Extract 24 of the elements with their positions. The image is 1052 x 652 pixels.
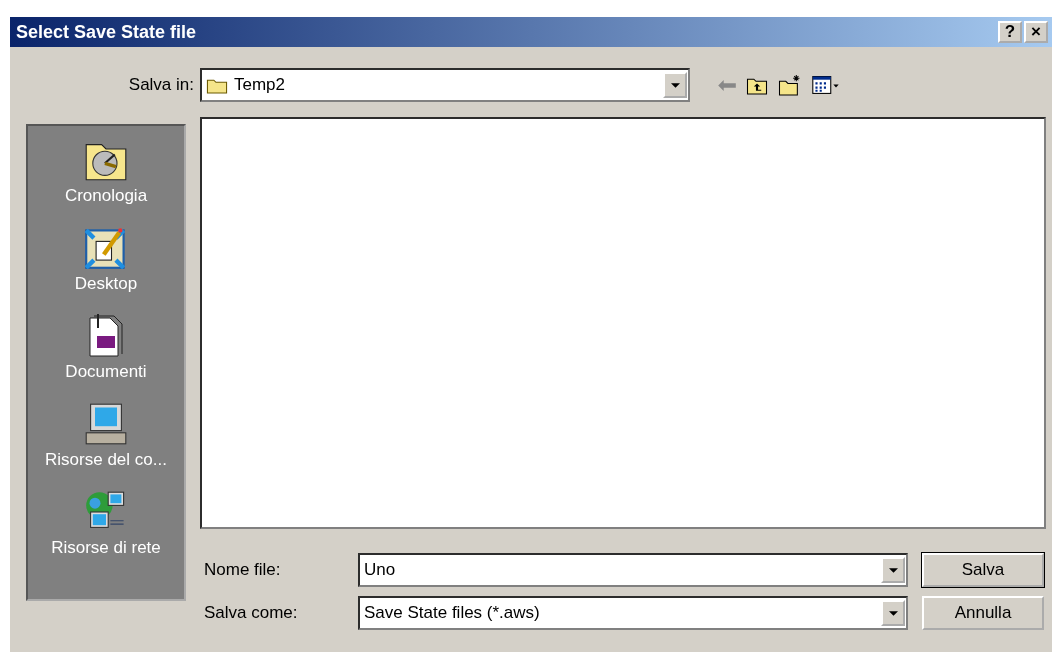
save-as-type-label: Salva come: bbox=[203, 603, 299, 623]
places-item[interactable]: Documenti bbox=[65, 314, 147, 382]
file-type-value: Save State files (*.aws) bbox=[364, 603, 541, 623]
file-name-field[interactable]: Uno bbox=[358, 553, 908, 587]
file-name-label: Nome file: bbox=[203, 560, 282, 580]
file-name-value: Uno bbox=[364, 560, 397, 580]
places-item[interactable]: Cronologia bbox=[64, 138, 148, 206]
new-folder-icon[interactable] bbox=[778, 74, 802, 96]
save-in-dropdown[interactable]: Temp2 bbox=[200, 68, 690, 102]
document-icon bbox=[86, 314, 126, 358]
window-title: Select Save State file bbox=[16, 21, 197, 43]
places-item[interactable]: Risorse di rete bbox=[51, 490, 161, 558]
computer-icon bbox=[84, 402, 128, 446]
file-type-dropdown[interactable]: Save State files (*.aws) bbox=[358, 596, 908, 630]
cancel-button[interactable]: Annulla bbox=[922, 596, 1044, 630]
save-button[interactable]: Salva bbox=[922, 553, 1044, 587]
close-button[interactable]: × bbox=[1024, 21, 1048, 43]
save-in-label: Salva in: bbox=[127, 75, 195, 95]
view-menu-icon[interactable] bbox=[812, 75, 840, 95]
folder-name: Temp2 bbox=[234, 75, 287, 95]
places-item[interactable]: Risorse del co... bbox=[45, 402, 167, 470]
help-button[interactable]: ? bbox=[998, 21, 1022, 43]
desktop-pencil-icon bbox=[84, 226, 128, 270]
places-item[interactable]: Desktop bbox=[74, 226, 138, 294]
